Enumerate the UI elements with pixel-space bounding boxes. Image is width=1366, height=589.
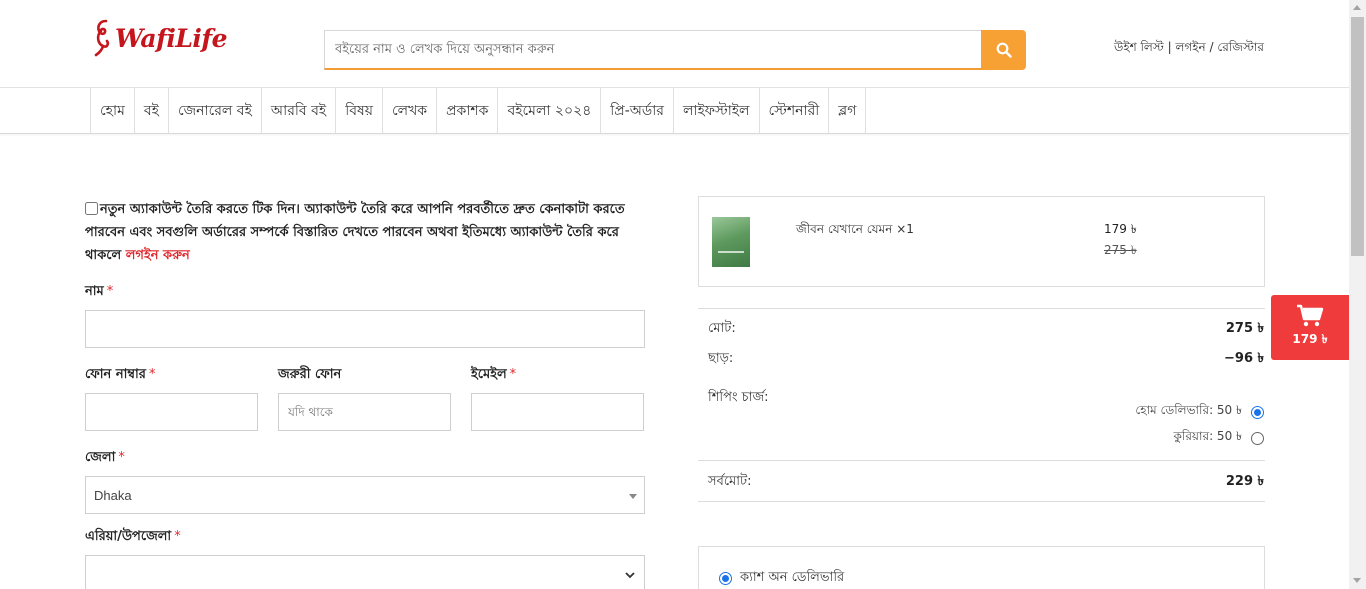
wishlist-link[interactable]: উইশ লিস্ট xyxy=(1114,40,1164,54)
required-mark: * xyxy=(106,284,114,299)
area-label-text: এরিয়া/উপজেলা xyxy=(85,529,172,544)
required-mark: * xyxy=(174,529,181,544)
divider xyxy=(698,308,1265,309)
subtotal-label: মোট: xyxy=(708,321,736,336)
logo-text: WafiLife xyxy=(115,23,228,53)
separator: | xyxy=(1163,40,1176,54)
scroll-down-icon[interactable] xyxy=(1353,578,1361,583)
page-scrollbar[interactable] xyxy=(1349,0,1366,589)
total-value: 229 ৳ xyxy=(1225,474,1264,489)
alt-phone-field[interactable] xyxy=(278,393,451,431)
scroll-thumb[interactable] xyxy=(1351,17,1364,256)
search-bar xyxy=(324,30,1026,70)
required-mark: * xyxy=(509,367,517,382)
phone-label: ফোন নাম্বার * xyxy=(85,365,155,386)
wafilife-logo[interactable]: WafiLife xyxy=(92,18,228,58)
name-field[interactable] xyxy=(85,310,645,348)
create-account-checkbox[interactable] xyxy=(85,202,98,215)
site-header: WafiLife উইশ লিস্ট | লগইন / রেজিস্টার xyxy=(0,0,1349,88)
cart-item-box: জীবন যেখানে যেমন ×1 179 ৳ 275 ৳ xyxy=(698,196,1265,287)
nav-item-lifestyle[interactable]: লাইফস্টাইল xyxy=(674,88,760,133)
book-quantity: ×1 xyxy=(896,222,914,236)
nav-item-general-books[interactable]: জেনারেল বই xyxy=(169,88,262,133)
email-field[interactable] xyxy=(471,393,644,431)
email-label-text: ইমেইল xyxy=(471,367,507,382)
area-label: এরিয়া/উপজেলা * xyxy=(85,527,181,548)
shipping-radio[interactable] xyxy=(1251,431,1264,445)
district-label-text: জেলা xyxy=(85,450,116,465)
register-link[interactable]: রেজিস্টার xyxy=(1217,40,1264,54)
nav-item-subjects[interactable]: বিষয় xyxy=(336,88,383,133)
shipping-label: শিপিং চার্জ: xyxy=(708,390,769,405)
chevron-down-icon xyxy=(625,572,635,579)
shipping-option-label: কুরিয়ার: 50 ৳ xyxy=(1173,429,1243,443)
nav-item-publishers[interactable]: প্রকাশক xyxy=(437,88,499,133)
login-now-link[interactable]: লগইন করুন xyxy=(126,248,190,263)
nav-item-authors[interactable]: লেখক xyxy=(383,88,438,133)
nav-item-pre-order[interactable]: প্রি-অর্ডার xyxy=(601,88,674,133)
district-label: জেলা * xyxy=(85,448,125,469)
subtotal-value: 275 ৳ xyxy=(1225,321,1264,336)
discount-value: −96 ৳ xyxy=(1224,351,1264,366)
separator: / xyxy=(1205,40,1218,54)
header-account-links: উইশ লিস্ট | লগইন / রেজিস্টার xyxy=(1114,39,1264,59)
nav-item-home[interactable]: হোম xyxy=(91,88,135,133)
book-title[interactable]: জীবন যেখানে যেমন ×1 xyxy=(796,221,914,241)
nav-item-book-fair[interactable]: বইমেলা ২০২৪ xyxy=(498,88,602,133)
logo-mark-icon xyxy=(94,19,110,57)
discount-label: ছাড়: xyxy=(708,351,734,366)
phone-field[interactable] xyxy=(85,393,258,431)
payment-option-cod[interactable]: ক্যাশ অন ডেলিভারি xyxy=(719,568,844,589)
book-cover-image[interactable] xyxy=(712,217,750,267)
search-input[interactable] xyxy=(324,30,981,70)
create-account-option: নতুন অ্যাকাউন্ট তৈরি করতে টিক দিন। অ্যাক… xyxy=(85,198,655,267)
shipping-option-label: হোম ডেলিভারি: 50 ৳ xyxy=(1135,403,1242,417)
main-nav: হোম বই জেনারেল বই আরবি বই বিষয় লেখক প্র… xyxy=(0,88,1349,134)
caret-down-icon xyxy=(629,494,637,499)
divider xyxy=(698,460,1265,461)
name-label: নাম * xyxy=(85,282,113,303)
shipping-option-home[interactable]: হোম ডেলিভারি: 50 ৳ xyxy=(1135,402,1264,422)
alt-phone-label: জরুরী ফোন xyxy=(278,367,342,382)
book-title-text: জীবন যেখানে যেমন xyxy=(796,222,893,236)
floating-cart-button[interactable]: 179 ৳ xyxy=(1271,295,1349,360)
payment-option-label: ক্যাশ অন ডেলিভারি xyxy=(740,570,845,585)
shipping-option-courier[interactable]: কুরিয়ার: 50 ৳ xyxy=(1173,428,1264,448)
phone-label-text: ফোন নাম্বার xyxy=(85,367,146,382)
payment-radio-selected[interactable] xyxy=(719,572,732,585)
login-link[interactable]: লগইন xyxy=(1175,40,1205,54)
area-select[interactable] xyxy=(85,555,645,589)
scroll-up-icon[interactable] xyxy=(1353,5,1361,10)
nav-item-stationery[interactable]: স্টেশনারী xyxy=(760,88,830,133)
book-price: 179 ৳ xyxy=(1104,222,1137,236)
search-button[interactable] xyxy=(981,30,1026,70)
nav-item-arabic-books[interactable]: আরবি বই xyxy=(262,88,337,133)
required-mark: * xyxy=(118,450,125,465)
nav-item-books[interactable]: বই xyxy=(135,88,169,133)
search-icon xyxy=(996,42,1012,58)
district-select[interactable]: Dhaka xyxy=(85,476,645,514)
email-label: ইমেইল * xyxy=(471,365,516,386)
total-label: সর্বমোট: xyxy=(708,474,752,489)
shipping-radio-selected[interactable] xyxy=(1251,405,1264,419)
book-old-price: 275 ৳ xyxy=(1104,243,1137,257)
divider xyxy=(698,501,1265,502)
district-selected-value: Dhaka xyxy=(94,487,132,503)
required-mark: * xyxy=(148,367,156,382)
floating-cart-total: 179 ৳ xyxy=(1292,332,1328,346)
cart-icon xyxy=(1297,304,1324,327)
name-label-text: নাম xyxy=(85,284,104,299)
payment-method-box: ক্যাশ অন ডেলিভারি xyxy=(698,546,1265,589)
nav-item-blog[interactable]: ব্লগ xyxy=(829,88,867,133)
